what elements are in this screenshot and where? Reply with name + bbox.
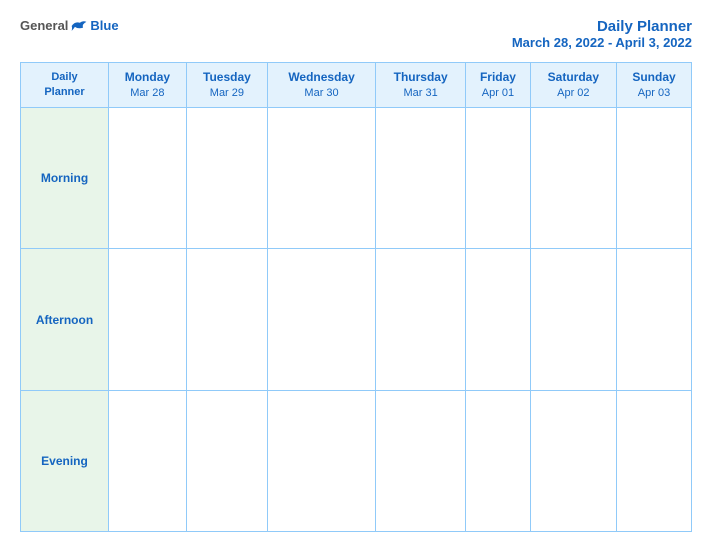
col-header-thursday: Thursday Mar 31 [376,63,466,108]
cell-evening-friday[interactable] [466,390,530,531]
logo-general: General [20,18,68,33]
cell-afternoon-monday[interactable] [109,249,187,390]
col-header-tuesday: Tuesday Mar 29 [186,63,267,108]
cell-morning-wednesday[interactable] [268,108,376,249]
cell-afternoon-sunday[interactable] [617,249,692,390]
corner-header: DailyPlanner [21,63,109,108]
cell-evening-thursday[interactable] [376,390,466,531]
cell-evening-sunday[interactable] [617,390,692,531]
cell-morning-saturday[interactable] [530,108,616,249]
table-row-afternoon: Afternoon [21,249,692,390]
planner-title: Daily Planner [512,18,692,35]
cell-evening-wednesday[interactable] [268,390,376,531]
cell-morning-monday[interactable] [109,108,187,249]
table-row-evening: Evening [21,390,692,531]
cell-evening-monday[interactable] [109,390,187,531]
cell-afternoon-tuesday[interactable] [186,249,267,390]
table-header-row: DailyPlanner Monday Mar 28 Tuesday Mar 2… [21,63,692,108]
logo-blue: Blue [90,18,118,33]
logo-text: General Blue [20,18,119,33]
cell-afternoon-wednesday[interactable] [268,249,376,390]
table-row-morning: Morning [21,108,692,249]
cell-morning-tuesday[interactable] [186,108,267,249]
row-label-afternoon: Afternoon [21,249,109,390]
bird-icon [70,19,88,33]
cell-afternoon-saturday[interactable] [530,249,616,390]
col-header-sunday: Sunday Apr 03 [617,63,692,108]
col-header-saturday: Saturday Apr 02 [530,63,616,108]
cell-afternoon-thursday[interactable] [376,249,466,390]
title-area: Daily Planner March 28, 2022 - April 3, … [512,18,692,50]
cell-afternoon-friday[interactable] [466,249,530,390]
cell-morning-friday[interactable] [466,108,530,249]
planner-table: DailyPlanner Monday Mar 28 Tuesday Mar 2… [20,62,692,532]
row-label-evening: Evening [21,390,109,531]
cell-evening-tuesday[interactable] [186,390,267,531]
planner-date-range: March 28, 2022 - April 3, 2022 [512,35,692,50]
cell-morning-sunday[interactable] [617,108,692,249]
col-header-monday: Monday Mar 28 [109,63,187,108]
corner-label: DailyPlanner [44,71,84,98]
row-label-morning: Morning [21,108,109,249]
col-header-wednesday: Wednesday Mar 30 [268,63,376,108]
page-header: General Blue Daily Planner March 28, 202… [20,18,692,50]
col-header-friday: Friday Apr 01 [466,63,530,108]
logo-area: General Blue [20,18,119,33]
cell-morning-thursday[interactable] [376,108,466,249]
cell-evening-saturday[interactable] [530,390,616,531]
